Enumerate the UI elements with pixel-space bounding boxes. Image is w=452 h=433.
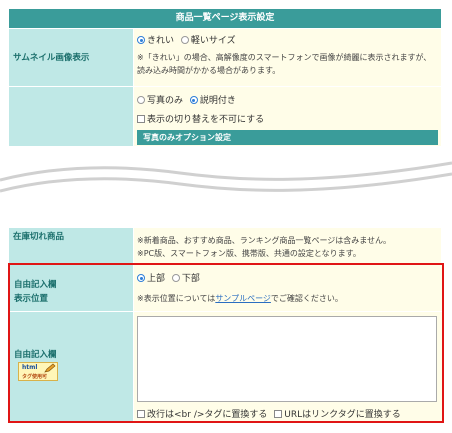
thumbnail-note: ※「きれい」の場合、高解像度のスマートフォンで画像が綺麗に表示されますが、読み込…: [137, 53, 432, 75]
thumbnail-label-cell: サムネイル画像表示: [9, 29, 133, 86]
section-header: 商品一覧ページ表示設定: [9, 9, 441, 28]
radio-with-desc-label: 説明付き: [199, 96, 236, 106]
radio-unselected-icon: [137, 96, 145, 104]
soldout-value-cell: ※新着商品、おすすめ商品、ランキング商品一覧ページは含みません。 ※PC版、スマ…: [134, 226, 441, 263]
soldout-label: 在庫切れ商品: [13, 232, 65, 242]
thumbnail-label: サムネイル画像表示: [13, 53, 90, 63]
disable-toggle-label: 表示の切り替えを不可にする: [147, 115, 265, 125]
radio-photo-only-label: 写真のみ: [147, 96, 184, 106]
radio-unselected-icon: [180, 36, 189, 44]
radio-kirei-label: きれい: [147, 36, 175, 46]
cut-mask: [0, 218, 452, 228]
display-label-cell: [9, 87, 133, 146]
display-value-cell: 写真のみ 説明付き 表示の切り替えを不可にする 写真のみオプション設定: [134, 87, 441, 146]
soldout-label-cell: 在庫切れ商品: [9, 226, 133, 263]
radio-photo-only[interactable]: 写真のみ: [137, 96, 183, 106]
soldout-note-1: ※新着商品、おすすめ商品、ランキング商品一覧ページは含みません。: [137, 236, 392, 245]
photo-options-subheader: 写真のみオプション設定: [137, 130, 438, 145]
highlight-frame: [8, 263, 444, 423]
radio-light-label: 軽いサイズ: [190, 36, 236, 46]
radio-selected-icon: [137, 36, 145, 44]
checkbox-icon: [137, 115, 145, 123]
thumbnail-value-cell: きれい 軽いサイズ ※「きれい」の場合、高解像度のスマートフォンで画像が綺麗に表…: [134, 29, 441, 86]
disable-toggle-checkbox[interactable]: 表示の切り替えを不可にする: [137, 112, 264, 125]
radio-light[interactable]: 軽いサイズ: [180, 36, 236, 46]
soldout-note-2: ※PC版、スマートフォン版、携帯版、共通の設定となります。: [137, 249, 361, 258]
radio-kirei[interactable]: きれい: [137, 36, 174, 46]
radio-selected-icon: [189, 96, 198, 104]
radio-with-desc[interactable]: 説明付き: [189, 96, 236, 106]
cut-separator: [0, 161, 452, 205]
